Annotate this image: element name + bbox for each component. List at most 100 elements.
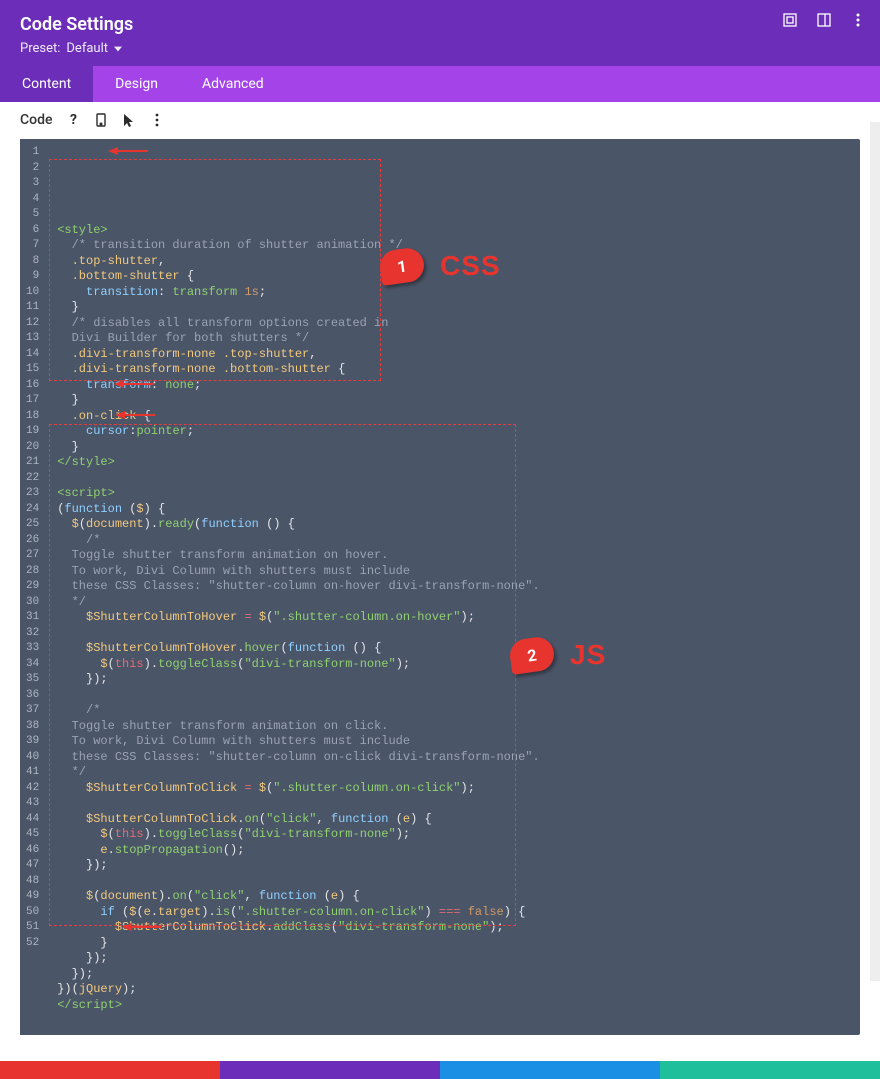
code-field-label: Code [20, 112, 52, 128]
line-number: 4 [26, 192, 39, 208]
line-number: 25 [26, 517, 39, 533]
code-line[interactable]: }); [57, 951, 850, 967]
code-line[interactable] [57, 688, 850, 704]
code-line[interactable]: } [57, 300, 850, 316]
line-number: 16 [26, 378, 39, 394]
code-line[interactable]: <script> [57, 486, 850, 502]
code-line[interactable]: */ [57, 765, 850, 781]
line-number: 42 [26, 781, 39, 797]
line-number: 10 [26, 285, 39, 301]
line-gutter: 1234567891011121314151617181920212223242… [20, 139, 47, 1035]
footer-cancel[interactable] [0, 1061, 220, 1079]
line-number: 31 [26, 610, 39, 626]
code-line[interactable]: cursor:pointer; [57, 424, 850, 440]
code-editor[interactable]: 1234567891011121314151617181920212223242… [20, 139, 860, 1035]
panel-layout-icon[interactable] [816, 12, 832, 28]
code-line[interactable]: /* [57, 703, 850, 719]
more-vert-icon[interactable] [150, 113, 164, 127]
code-line[interactable]: </script> [57, 998, 850, 1014]
line-number: 13 [26, 331, 39, 347]
code-line[interactable]: } [57, 393, 850, 409]
code-line[interactable]: .top-shutter, [57, 254, 850, 270]
footer-redo[interactable] [440, 1061, 660, 1079]
code-editor-container: 1234567891011121314151617181920212223242… [0, 139, 880, 1055]
code-line[interactable] [57, 626, 850, 642]
code-line[interactable]: transform: none; [57, 378, 850, 394]
line-number: 20 [26, 440, 39, 456]
code-line[interactable]: transition: transform 1s; [57, 285, 850, 301]
chevron-down-icon [114, 45, 122, 53]
line-number: 29 [26, 579, 39, 595]
line-number: 23 [26, 486, 39, 502]
line-number: 11 [26, 300, 39, 316]
code-line[interactable]: */ [57, 595, 850, 611]
code-line[interactable]: To work, Divi Column with shutters must … [57, 734, 850, 750]
more-vert-icon[interactable] [850, 12, 866, 28]
cursor-icon[interactable] [122, 113, 136, 127]
code-line[interactable]: }); [57, 858, 850, 874]
header-icon-group [782, 12, 866, 28]
preset-label-prefix: Preset: [20, 41, 60, 56]
code-line[interactable]: (function ($) { [57, 502, 850, 518]
line-number: 35 [26, 672, 39, 688]
mobile-icon[interactable] [94, 113, 108, 127]
code-line[interactable]: $ShutterColumnToClick.on("click", functi… [57, 812, 850, 828]
line-number: 27 [26, 548, 39, 564]
line-number: 6 [26, 223, 39, 239]
code-line[interactable] [57, 796, 850, 812]
line-number: 1 [26, 145, 39, 161]
code-line[interactable]: }); [57, 672, 850, 688]
line-number: 32 [26, 626, 39, 642]
code-line[interactable]: $ShutterColumnToHover = $(".shutter-colu… [57, 610, 850, 626]
line-number: 34 [26, 657, 39, 673]
code-line[interactable]: $(document).ready(function () { [57, 517, 850, 533]
footer-undo[interactable] [220, 1061, 440, 1079]
help-icon[interactable]: ? [66, 113, 80, 127]
code-line[interactable]: }); [57, 967, 850, 983]
code-line[interactable]: $ShutterColumnToClick = $(".shutter-colu… [57, 781, 850, 797]
tab-advanced[interactable]: Advanced [180, 66, 286, 102]
code-line[interactable]: </style> [57, 455, 850, 471]
code-line[interactable] [57, 1013, 850, 1029]
tab-content[interactable]: Content [0, 66, 93, 102]
preset-value: Default [66, 41, 108, 56]
code-line[interactable]: $(this).toggleClass("divi-transform-none… [57, 827, 850, 843]
right-scroll-rail [870, 122, 880, 981]
footer-save[interactable] [660, 1061, 880, 1079]
code-line[interactable]: /* disables all transform options create… [57, 316, 850, 332]
code-line[interactable]: $ShutterColumnToClick.addClass("divi-tra… [57, 920, 850, 936]
code-line[interactable]: To work, Divi Column with shutters must … [57, 564, 850, 580]
code-line[interactable]: $(document).on("click", function (e) { [57, 889, 850, 905]
code-line[interactable]: $ShutterColumnToHover.hover(function () … [57, 641, 850, 657]
code-line[interactable]: if ($(e.target).is(".shutter-column.on-c… [57, 905, 850, 921]
code-line[interactable]: .on-click { [57, 409, 850, 425]
code-line[interactable]: these CSS Classes: "shutter-column on-ho… [57, 579, 850, 595]
code-line[interactable]: $(this).toggleClass("divi-transform-none… [57, 657, 850, 673]
code-line[interactable]: } [57, 936, 850, 952]
code-line[interactable] [57, 874, 850, 890]
code-line[interactable]: <style> [57, 223, 850, 239]
panel-title: Code Settings [20, 14, 860, 35]
preset-dropdown[interactable]: Preset: Default [20, 41, 122, 56]
line-number: 50 [26, 905, 39, 921]
code-line[interactable]: Toggle shutter transform animation on ho… [57, 548, 850, 564]
line-number: 26 [26, 533, 39, 549]
line-number: 44 [26, 812, 39, 828]
code-line[interactable]: Toggle shutter transform animation on cl… [57, 719, 850, 735]
code-line[interactable]: .bottom-shutter { [57, 269, 850, 285]
code-line[interactable]: })(jQuery); [57, 982, 850, 998]
code-line[interactable]: e.stopPropagation(); [57, 843, 850, 859]
code-line[interactable]: .divi-transform-none .top-shutter, [57, 347, 850, 363]
line-number: 21 [26, 455, 39, 471]
line-number: 49 [26, 889, 39, 905]
code-line[interactable] [57, 471, 850, 487]
code-line[interactable]: Divi Builder for both shutters */ [57, 331, 850, 347]
code-line[interactable]: .divi-transform-none .bottom-shutter { [57, 362, 850, 378]
code-line[interactable]: these CSS Classes: "shutter-column on-cl… [57, 750, 850, 766]
code-line[interactable]: /* transition duration of shutter animat… [57, 238, 850, 254]
expand-icon[interactable] [782, 12, 798, 28]
tab-design[interactable]: Design [93, 66, 180, 102]
code-line[interactable]: /* [57, 533, 850, 549]
code-line[interactable]: } [57, 440, 850, 456]
code-body[interactable]: <style> /* transition duration of shutte… [47, 139, 860, 1035]
